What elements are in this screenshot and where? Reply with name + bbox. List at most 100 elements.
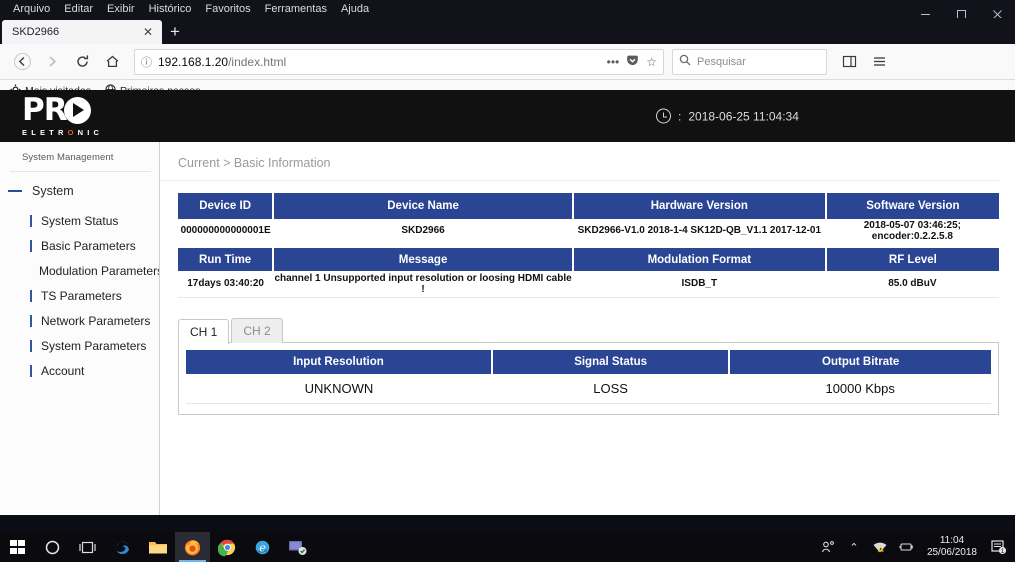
pro-eletronic-logo: PR ELETRONIC (22, 92, 127, 138)
reload-icon[interactable] (68, 48, 96, 76)
people-icon[interactable] (815, 532, 841, 562)
bullet-bar-icon (30, 289, 32, 302)
back-icon[interactable] (8, 48, 36, 76)
cell-input-resolution: UNKNOWN (186, 373, 492, 404)
windows-icon[interactable] (0, 532, 35, 562)
col-run-time: Run Time (178, 242, 275, 271)
table-row: 17days 03:40:20 channel 1 Unsupported in… (178, 271, 999, 298)
cell-run-time: 17days 03:40:20 (178, 271, 274, 298)
sidebar-item-label: System Status (41, 213, 119, 228)
home-icon[interactable] (98, 48, 126, 76)
battery-icon[interactable] (893, 532, 919, 562)
address-bar[interactable]: ⓘ 192.168.1.20/index.html ••• ☆ (134, 48, 664, 75)
menu-item-ferramentas[interactable]: Ferramentas (258, 2, 334, 17)
sidebar-item-basic-parameters[interactable]: Basic Parameters (0, 233, 159, 258)
edge-icon[interactable] (105, 532, 140, 562)
search-icon (679, 53, 691, 71)
sidebar-item-label: Network Parameters (41, 313, 151, 328)
notifications-icon[interactable]: 1 (985, 532, 1011, 562)
clock-time: 11:04 (939, 535, 965, 546)
taskbar-apps: e (0, 532, 315, 562)
tab-close-icon[interactable]: ✕ (140, 25, 156, 39)
header-datetime: : 2018-06-25 11:04:34 (656, 108, 799, 124)
breadcrumb: Current > Basic Information (160, 142, 999, 181)
menu-item-exibir[interactable]: Exibir (100, 2, 142, 17)
cell-output-bitrate: 10000 Kbps (729, 373, 991, 404)
menu-item-ajuda[interactable]: Ajuda (334, 2, 376, 17)
wifi-warning-icon[interactable] (867, 532, 893, 562)
svg-text:e: e (259, 541, 266, 554)
channel-section: CH 1 CH 2 Input Resolution Signal Status… (160, 298, 1015, 415)
menu-item-arquivo[interactable]: Arquivo (6, 2, 57, 17)
logo-sub-pre: ELETR (22, 128, 68, 137)
cortana-circle-icon[interactable] (35, 532, 70, 562)
collapse-minus-icon[interactable] (8, 190, 22, 192)
bookmark-star-icon[interactable]: ☆ (646, 55, 657, 69)
table-row: 000000000000001E SKD2966 SKD2966-V1.0 20… (178, 219, 999, 246)
logo-pr-text: PR (22, 92, 68, 128)
col-signal-status: Signal Status (491, 349, 731, 374)
file-explorer-icon[interactable] (140, 532, 175, 562)
hamburger-menu-icon[interactable] (865, 48, 893, 76)
sidebar-item-label: Account (41, 363, 85, 378)
sidebar-item-label: Basic Parameters (41, 238, 136, 253)
table-header-row: Device ID Device Name Hardware Version S… (178, 193, 999, 219)
chevron-up-icon[interactable]: ⌃ (841, 532, 867, 562)
cell-software-version: 2018-05-07 03:46:25; encoder:0.2.2.5.8 (825, 219, 999, 246)
sidebar-item-system-status[interactable]: System Status (0, 208, 159, 233)
start-button[interactable] (10, 539, 25, 555)
tab-ch2[interactable]: CH 2 (231, 317, 283, 343)
search-bar[interactable]: Pesquisar (672, 48, 827, 75)
menu-item-favoritos[interactable]: Favoritos (198, 2, 257, 17)
tab-ch1[interactable]: CH 1 (178, 318, 230, 344)
logo-play-circle (63, 96, 91, 124)
screen: Arquivo Editar Exibir Histórico Favorito… (0, 0, 1015, 562)
main-content: Current > Basic Information Device ID De… (160, 142, 1015, 515)
sidebar-item-network-parameters[interactable]: Network Parameters (0, 308, 159, 333)
col-device-id: Device ID (178, 193, 275, 219)
internet-explorer-icon[interactable]: e (245, 532, 280, 562)
firefox-icon[interactable] (175, 532, 210, 562)
cell-device-name: SKD2966 (273, 219, 573, 246)
forward-icon[interactable] (38, 48, 66, 76)
browser-tab-skd2966[interactable]: SKD2966 ✕ (2, 20, 162, 44)
cell-rf-level: 85.0 dBuV (825, 271, 999, 298)
sidebar-item-modulation-parameters[interactable]: Modulation Parameters (0, 258, 159, 283)
col-input-resolution: Input Resolution (186, 349, 493, 374)
page-body: System Management System System Status B… (0, 142, 1015, 515)
menu-bar: Arquivo Editar Exibir Histórico Favorito… (0, 0, 1015, 19)
menu-item-editar[interactable]: Editar (57, 2, 100, 17)
col-message: Message (273, 242, 574, 271)
sidebar-item-system-parameters[interactable]: System Parameters (0, 333, 159, 358)
bullet-bar-icon (30, 339, 32, 352)
task-view-icon[interactable] (70, 532, 105, 562)
address-bar-actions: ••• ☆ (607, 54, 657, 70)
bullet-bar-icon (30, 314, 32, 327)
sidebar-item-label: System Parameters (41, 338, 147, 353)
table-row: UNKNOWN LOSS 10000 Kbps (186, 373, 991, 404)
sidebar-item-label: Modulation Parameters (39, 263, 160, 278)
channel-tab-row: CH 1 CH 2 (178, 317, 999, 344)
sidebar-root-system[interactable]: System (0, 172, 159, 208)
chrome-icon[interactable] (210, 532, 245, 562)
sidebar-item-label: TS Parameters (41, 288, 122, 303)
cell-modulation-format: ISDB_T (572, 271, 826, 298)
system-tray: ⌃ 11:04 25/06/2018 1 (815, 532, 1015, 562)
remote-desktop-icon[interactable] (280, 532, 315, 562)
pocket-icon[interactable] (626, 54, 639, 70)
basic-information-table-wrap: Device ID Device Name Hardware Version S… (160, 181, 1015, 298)
web-page: PR ELETRONIC : 2018-06-25 11:04:34 Syste… (0, 90, 1015, 515)
url-text: 192.168.1.20/index.html (158, 55, 601, 69)
tab-label: SKD2966 (12, 26, 60, 38)
site-info-icon[interactable]: ⓘ (141, 54, 152, 70)
site-header: PR ELETRONIC : 2018-06-25 11:04:34 (0, 90, 1015, 142)
sidebar-item-account[interactable]: Account (0, 358, 159, 383)
taskbar-clock[interactable]: 11:04 25/06/2018 (919, 535, 985, 559)
new-tab-button[interactable]: + (162, 20, 188, 44)
col-rf-level: RF Level (825, 242, 999, 271)
library-icon[interactable] (835, 48, 863, 76)
url-host: 192.168.1.20 (158, 54, 229, 69)
menu-item-historico[interactable]: Histórico (142, 2, 199, 17)
page-actions-icon[interactable]: ••• (607, 55, 620, 69)
sidebar-item-ts-parameters[interactable]: TS Parameters (0, 283, 159, 308)
